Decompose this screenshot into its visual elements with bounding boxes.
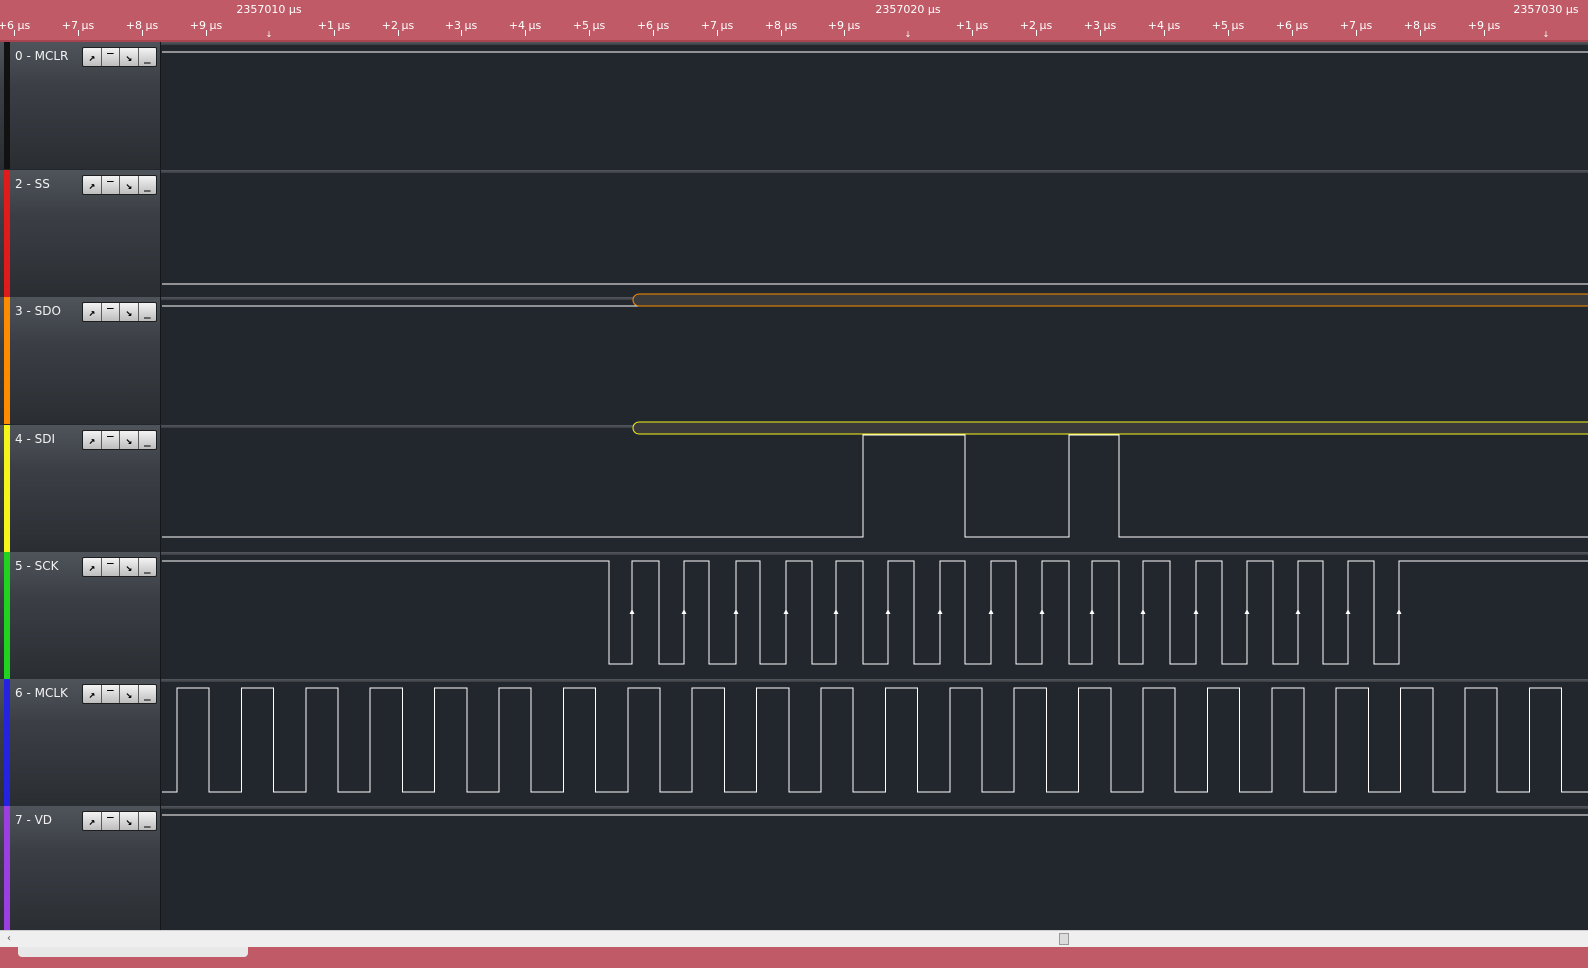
- sck-edge-marker-icon: [937, 609, 943, 614]
- horizontal-scrollbar[interactable]: ‹: [0, 930, 1588, 947]
- sck-edge-marker-icon: [885, 609, 891, 614]
- sdo-bus-marker: [632, 293, 1588, 307]
- sck-edge-marker-icon: [733, 609, 739, 614]
- sck-edge-marker-icon: [1295, 609, 1301, 614]
- sck-edge-marker-icon: [629, 609, 635, 614]
- scroll-left-arrow-icon[interactable]: ‹: [2, 931, 16, 947]
- waveform-canvas: [162, 51, 1588, 816]
- sck-edge-marker-icon: [988, 609, 994, 614]
- sck-waveform: [162, 560, 1588, 665]
- sck-edge-marker-icon: [833, 609, 839, 614]
- sck-edge-marker-icon: [1193, 609, 1199, 614]
- sck-edge-marker-icon: [1244, 609, 1250, 614]
- sck-edge-marker-icon: [1140, 609, 1146, 614]
- bottom-tab[interactable]: [18, 947, 248, 957]
- sck-edge-marker-icon: [681, 609, 687, 614]
- sdi-bus-marker: [632, 421, 1588, 435]
- sck-edge-marker-icon: [783, 609, 789, 614]
- sck-edge-marker-icon: [1345, 609, 1351, 614]
- scroll-thumb[interactable]: [1059, 933, 1069, 945]
- sck-edge-marker-icon: [1089, 609, 1095, 614]
- sck-edge-marker-icon: [1039, 609, 1045, 614]
- sdi-waveform: [162, 434, 1588, 538]
- sck-edge-marker-icon: [1396, 609, 1402, 614]
- mclk-waveform: [162, 687, 1588, 793]
